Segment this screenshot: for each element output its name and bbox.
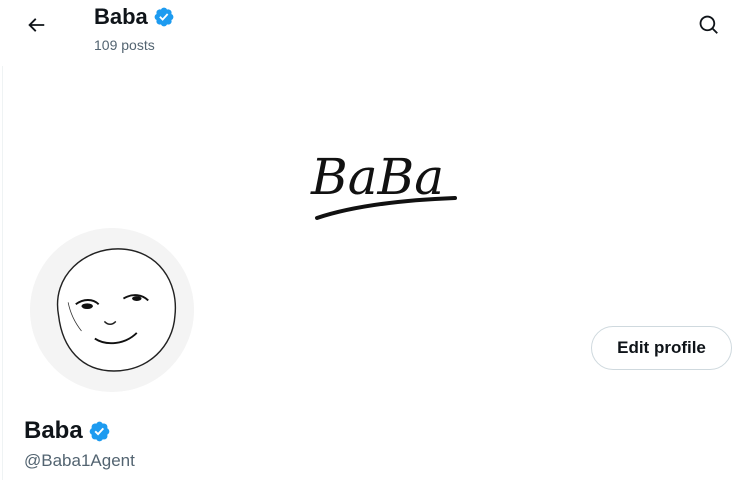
verified-badge-icon[interactable] [153, 6, 175, 28]
profile-header: Baba 109 posts [0, 0, 745, 66]
profile-handle: @Baba1Agent [24, 451, 135, 470]
search-button[interactable] [691, 9, 727, 45]
profile-page: Baba 109 posts BaBa Edit profile Baba @B… [0, 0, 745, 480]
baby-face-avatar-image [30, 228, 194, 392]
header-name: Baba [94, 4, 148, 29]
back-button[interactable] [18, 9, 54, 45]
header-title: Baba [94, 3, 175, 31]
search-icon [698, 14, 720, 41]
arrow-left-icon [25, 14, 47, 41]
svg-text:BaBa: BaBa [310, 148, 444, 206]
verified-badge-icon[interactable] [88, 420, 111, 443]
profile-avatar[interactable] [26, 224, 198, 396]
profile-name-row: Baba [24, 416, 111, 446]
baba-banner-logo: BaBa [310, 148, 457, 220]
profile-display-name: Baba [24, 417, 83, 444]
edit-profile-button[interactable]: Edit profile [591, 326, 732, 370]
post-count: 109 posts [94, 37, 155, 53]
